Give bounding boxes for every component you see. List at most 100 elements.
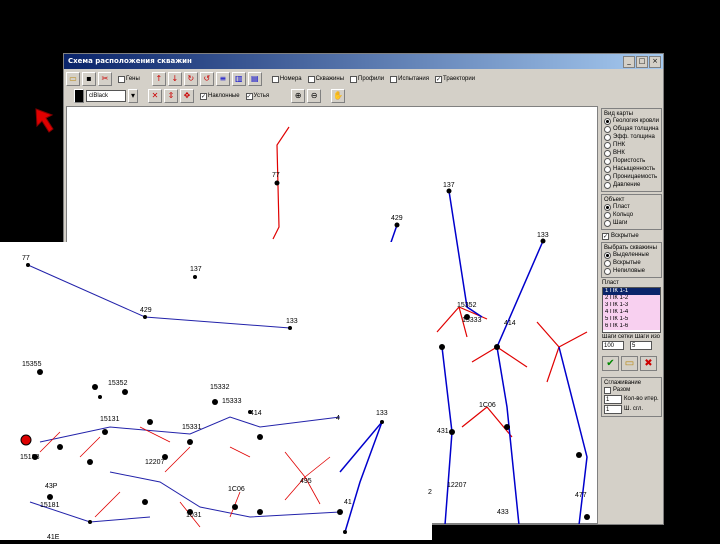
map-type-option[interactable]: ВНК [604, 149, 659, 157]
map-type-option[interactable]: ПНК [604, 141, 659, 149]
toolbar-main: ▭ ▪ ✂ Гены ↑ ↓ ↻ ↺ ≡ ▥ ▤ Номера Скважины… [66, 71, 475, 87]
open-icon[interactable]: ▭ [66, 72, 80, 86]
list-item[interactable]: 4 ПК 1-4 [603, 309, 660, 316]
object-option[interactable]: Шаги [604, 219, 659, 227]
svg-text:77: 77 [272, 172, 280, 179]
wells-option[interactable]: Вскрытые [604, 259, 659, 267]
list-item[interactable]: 3 ПК 1-3 [603, 302, 660, 309]
smoothing-group: Сглаживание Разом 1 Кол-во итер. 1 Ш. сгл. [601, 377, 662, 417]
svg-text:12207: 12207 [145, 459, 165, 466]
svg-text:43P: 43P [45, 483, 58, 490]
step-title: Шаги сетки Шаги изо [602, 334, 660, 340]
settings-panel: Вид карты Геология кровли Общая толщина … [600, 106, 663, 524]
svg-text:15352: 15352 [457, 302, 477, 309]
svg-text:4: 4 [336, 415, 340, 422]
svg-text:137: 137 [443, 182, 455, 189]
move-icon[interactable]: ✥ [180, 89, 194, 103]
color-swatch[interactable] [74, 89, 84, 103]
object-option[interactable]: Кольцо [604, 211, 659, 219]
toggle-tests[interactable]: Испытания [390, 75, 429, 83]
svg-text:15331: 15331 [182, 424, 202, 431]
svg-text:137: 137 [190, 266, 202, 273]
grid-icon[interactable]: ▥ [231, 72, 246, 86]
ok-check-icon[interactable]: ✔ [602, 356, 619, 371]
list-item[interactable]: 1 ПК 1-1 [603, 288, 660, 295]
genes-checkbox[interactable]: Гены [118, 75, 140, 83]
zoom-out-icon[interactable]: ⊖ [307, 89, 322, 103]
svg-text:1C06: 1C06 [228, 486, 245, 493]
close-button[interactable]: × [649, 56, 661, 68]
object-option[interactable]: Пласт [604, 203, 659, 211]
toggle-trajectories[interactable]: ✓ Траектории [434, 75, 475, 83]
select-down-icon[interactable]: ▾ [128, 89, 138, 103]
map-type-option[interactable]: Пористость [604, 157, 659, 165]
map-type-option[interactable]: Проницаемость [604, 173, 659, 181]
map-type-option[interactable]: Общая толщина [604, 125, 659, 133]
svg-text:1031: 1031 [186, 512, 202, 519]
arrow-down-icon[interactable]: ↓ [167, 72, 182, 86]
toggle-numbers[interactable]: Номера [271, 75, 302, 83]
iter-input[interactable]: 1 [604, 394, 622, 404]
map-type-option[interactable]: Давление [604, 181, 659, 189]
rotate-icon[interactable]: ↻ [183, 72, 198, 86]
zoom-in-icon[interactable]: ⊕ [291, 89, 306, 103]
svg-text:414: 414 [504, 320, 516, 327]
cancel-x-icon[interactable]: ✖ [640, 356, 657, 371]
all-checkbox[interactable]: ✓ Вскрытые [602, 232, 663, 240]
map-type-option[interactable]: Геология кровли [604, 117, 659, 125]
svg-text:15355: 15355 [22, 361, 42, 368]
svg-text:433: 433 [497, 509, 509, 516]
toggle-profiles[interactable]: Профили [350, 75, 384, 83]
arrow-up-icon[interactable]: ↑ [151, 72, 166, 86]
save-icon[interactable]: ▪ [82, 72, 96, 86]
svg-text:15333: 15333 [222, 398, 242, 405]
layer-list[interactable]: 1 ПК 1-1 2 ПК 1-2 3 ПК 1-3 4 ПК 1-4 5 ПК… [602, 287, 661, 333]
svg-text:477: 477 [575, 492, 587, 499]
rotate-back-icon[interactable]: ↺ [199, 72, 214, 86]
zoomed-map-overlay: 77 137 429 133 15355 15352 15332 15333 414 151… [0, 242, 436, 541]
maximize-button[interactable]: □ [636, 56, 648, 68]
svg-text:15332: 15332 [210, 384, 230, 391]
wells-option[interactable]: Выделенные [604, 251, 659, 259]
svg-text:414: 414 [250, 410, 262, 417]
svg-text:77: 77 [22, 255, 30, 262]
title-bar: Схема расположения скважин _ □ × [64, 54, 663, 69]
svg-text:495: 495 [300, 478, 312, 485]
toggle-mouths[interactable]: ✓ Устья [245, 92, 269, 100]
svg-text:133: 133 [376, 410, 388, 417]
align-icon[interactable]: ⇕ [164, 89, 178, 103]
svg-text:15333: 15333 [462, 317, 482, 324]
step-x-input[interactable]: 100 [602, 341, 624, 350]
hatch-icon[interactable]: ≡ [215, 72, 230, 86]
svg-text:12207: 12207 [447, 482, 467, 489]
svg-text:429: 429 [140, 307, 152, 314]
toggle-inclined[interactable]: ✓ Наклонные [200, 92, 240, 100]
folder-icon[interactable]: ▭ [621, 356, 638, 371]
layer-section: Пласт 1 ПК 1-1 2 ПК 1-2 3 ПК 1-3 4 ПК 1-… [602, 280, 661, 371]
list-item[interactable]: 2 ПК 1-2 [603, 295, 660, 302]
radius-input[interactable]: 1 [604, 404, 622, 414]
hand-icon[interactable]: ✋ [331, 89, 346, 103]
lines-icon[interactable]: ▤ [247, 72, 262, 86]
color-select[interactable]: clBlack [86, 90, 126, 102]
wells-option[interactable]: Непиловые [604, 267, 659, 275]
minimize-button[interactable]: _ [623, 56, 635, 68]
step-y-input[interactable]: 5 [630, 341, 652, 350]
cross-arrows-icon[interactable]: ✕ [148, 89, 162, 103]
list-item[interactable]: 6 ПК 1-6 [603, 323, 660, 330]
map-type-option[interactable]: Эфф. толщина [604, 133, 659, 141]
svg-text:133: 133 [537, 232, 549, 239]
svg-text:41E: 41E [47, 534, 60, 540]
svg-text:431: 431 [437, 428, 449, 435]
scissors-icon[interactable]: ✂ [98, 72, 112, 86]
map-type-group: Вид карты Геология кровли Общая толщина … [601, 108, 662, 192]
map-type-option[interactable]: Насыщенность [604, 165, 659, 173]
svg-text:15183: 15183 [20, 454, 40, 461]
svg-text:41: 41 [344, 499, 352, 506]
toggle-wells[interactable]: Скважины [307, 75, 344, 83]
smooth-checkbox[interactable]: Разом [604, 386, 659, 394]
svg-text:15181: 15181 [40, 502, 60, 509]
list-item[interactable]: 5 ПК 1-5 [603, 316, 660, 323]
svg-text:429: 429 [391, 215, 403, 222]
toolbar-secondary: clBlack ▾ ✕ ⇕ ✥ ✓ Наклонные ✓ Устья ⊕ ⊖ ✋ [66, 88, 346, 104]
